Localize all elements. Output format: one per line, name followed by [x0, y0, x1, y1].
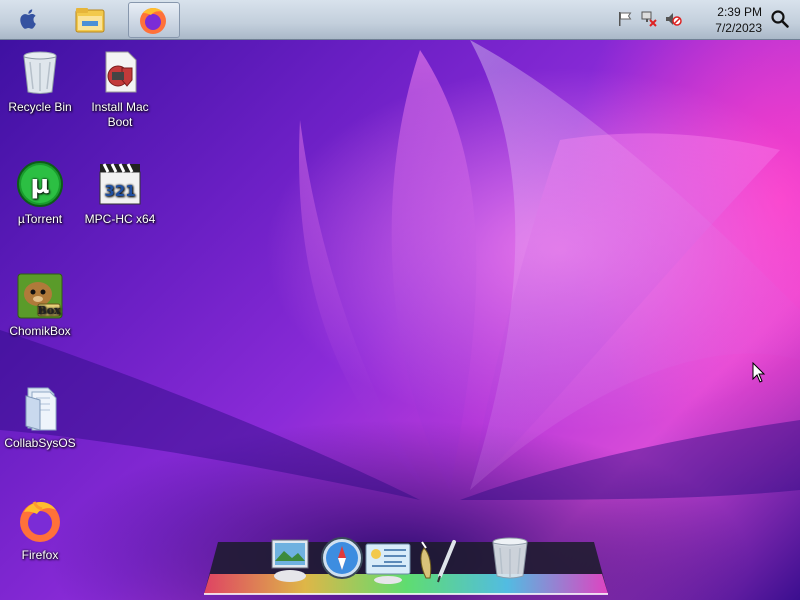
safari-icon[interactable]: [318, 536, 366, 586]
trash-icon[interactable]: [486, 536, 534, 586]
apple-menu-icon[interactable]: [18, 8, 40, 30]
top-menu-bar: 2:39 PM 7/2/2023: [0, 0, 800, 40]
desktop-icon-collabsysos[interactable]: CollabSysOS: [0, 384, 80, 451]
desktop-icon-mpc-hc[interactable]: 321 MPC-HC x64: [80, 160, 160, 227]
dock: [200, 536, 612, 600]
firefox-icon: [16, 496, 64, 544]
utilities-icon[interactable]: [412, 536, 464, 586]
recycle-bin-icon: [16, 48, 64, 96]
action-center-flag-icon[interactable]: [616, 10, 634, 28]
svg-text:µ: µ: [30, 170, 49, 200]
desktop-icon-label: Install Mac Boot: [91, 100, 149, 129]
desktop-icon-chomikbox[interactable]: Box ChomikBox: [0, 272, 80, 339]
folder-icon: [16, 384, 64, 432]
chomikbox-icon: Box: [16, 272, 64, 320]
desktop-icon-label: CollabSysOS: [4, 436, 76, 450]
mouse-cursor-icon: [752, 361, 766, 384]
firefox-icon: [140, 7, 166, 34]
desktop-icon-label: MPC-HC x64: [84, 212, 156, 226]
clock-date: 7/2/2023: [715, 21, 762, 35]
clock-time: 2:39 PM: [717, 5, 762, 19]
desktop-icon-label: Firefox: [21, 548, 59, 562]
volume-muted-icon[interactable]: [664, 10, 682, 28]
install-mac-boot-icon: [96, 48, 144, 96]
desktop-icon-firefox[interactable]: Firefox: [0, 496, 80, 563]
taskbar-firefox-button[interactable]: [128, 2, 180, 38]
utorrent-icon: µ: [16, 160, 64, 208]
file-explorer-icon: [75, 8, 105, 33]
mpc-badge-text: 321: [104, 182, 135, 200]
address-book-icon[interactable]: [364, 536, 412, 586]
desktop-icon-label: µTorrent: [17, 212, 63, 226]
chomik-badge-text: Box: [37, 304, 61, 317]
desktop-icon-install-mac-boot[interactable]: Install Mac Boot: [80, 48, 160, 130]
desktop-icon-label: ChomikBox: [9, 324, 71, 338]
system-clock[interactable]: 2:39 PM 7/2/2023: [715, 4, 762, 36]
desktop-icon-utorrent[interactable]: µ µTorrent: [0, 160, 80, 227]
taskbar-file-explorer-button[interactable]: [68, 2, 112, 38]
network-disconnected-icon[interactable]: [640, 10, 658, 28]
desktop-icon-label: Recycle Bin: [8, 100, 72, 114]
preview-icon[interactable]: [268, 536, 316, 586]
search-icon[interactable]: [770, 9, 790, 29]
desktop-icon-recycle-bin[interactable]: Recycle Bin: [0, 48, 80, 115]
mpc-hc-icon: 321: [96, 160, 144, 208]
